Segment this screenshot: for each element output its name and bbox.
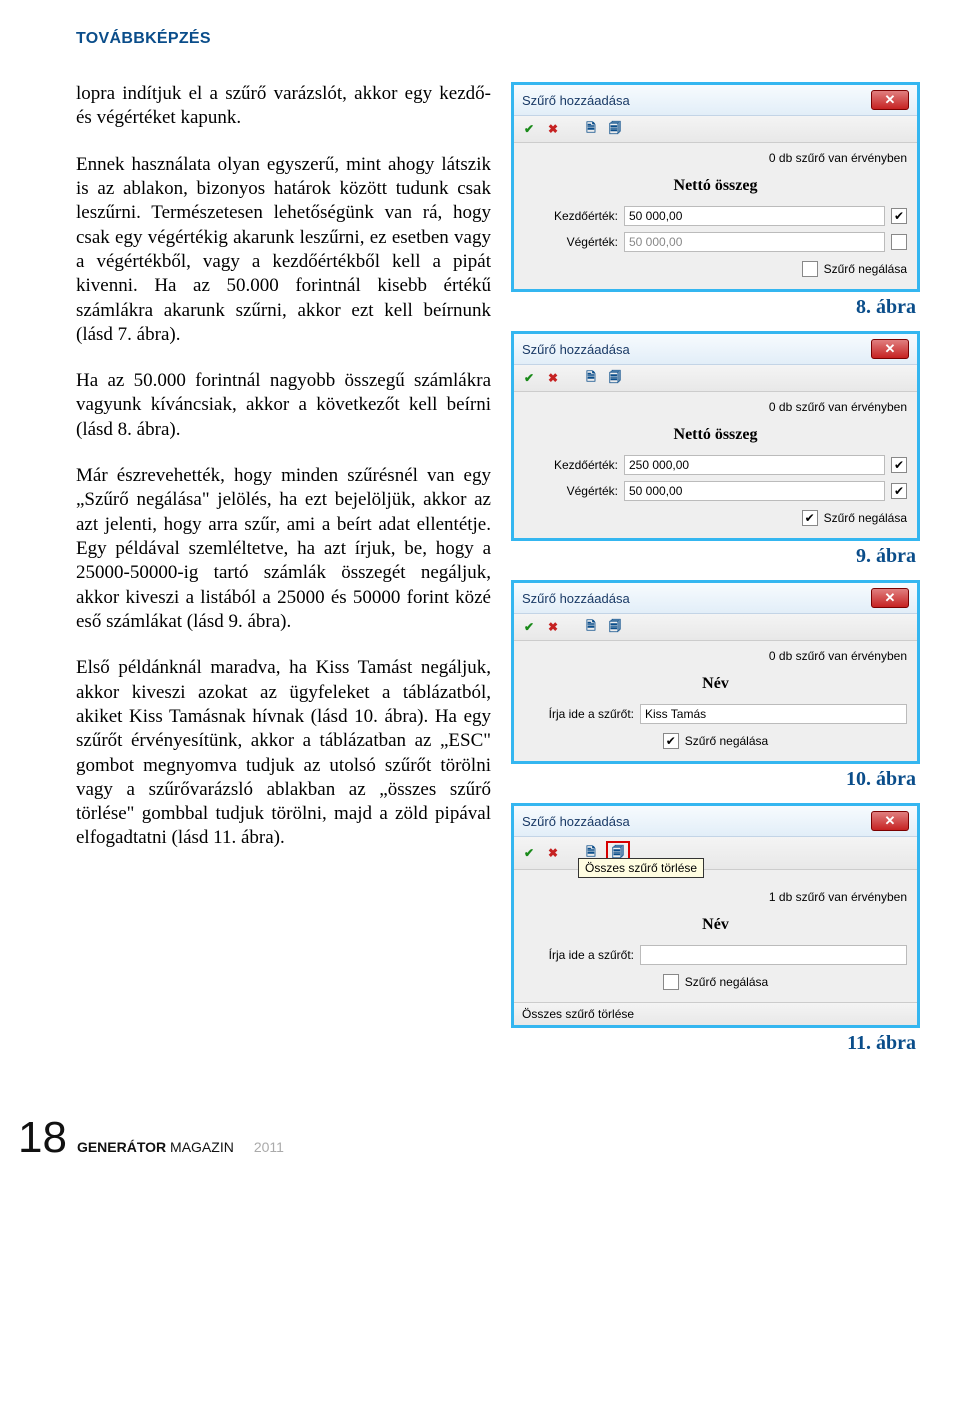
clear-all-icon[interactable]: 🗐	[606, 120, 624, 138]
negate-label: Szűrő negálása	[685, 734, 768, 748]
label-end: Végérték:	[524, 235, 618, 249]
figure-caption: 8. ábra	[511, 292, 920, 321]
dialog-title: Szűrő hozzáadása	[522, 342, 630, 357]
close-button[interactable]: ✕	[871, 811, 909, 831]
paragraph: lopra indítjuk el a szűrő varázslót, akk…	[76, 82, 491, 131]
paragraph: Már észrevehették, hogy minden szűrésnél…	[76, 464, 491, 634]
dialog-title: Szűrő hozzáadása	[522, 591, 630, 606]
dialog-filter-10: Szűrő hozzáadása ✕ ✔ ✖ 🗎 🗐 0 db szűrő va…	[511, 580, 920, 764]
start-value-input[interactable]	[624, 455, 885, 475]
clear-all-icon[interactable]: 🗐	[606, 618, 624, 636]
tooltip-clear-all: Összes szűrő törlése	[578, 858, 704, 878]
cancel-icon[interactable]: ✖	[544, 618, 562, 636]
dialog-toolbar: ✔ ✖ 🗎 🗐	[514, 614, 917, 641]
group-title: Név	[524, 910, 907, 942]
negate-label: Szűrő negálása	[824, 262, 907, 276]
paragraph: Ha az 50.000 forintnál nagyobb összegű s…	[76, 369, 491, 442]
close-button[interactable]: ✕	[871, 90, 909, 110]
label-end: Végérték:	[524, 484, 618, 498]
name-filter-input[interactable]	[640, 945, 907, 965]
clear-one-icon[interactable]: 🗎	[582, 369, 600, 387]
dialog-filter-8: Szűrő hozzáadása ✕ ✔ ✖ 🗎 🗐 0 db szűrő va…	[511, 82, 920, 292]
cancel-icon[interactable]: ✖	[544, 844, 562, 862]
clear-one-icon[interactable]: 🗎	[582, 120, 600, 138]
negate-checkbox[interactable]	[802, 261, 818, 277]
paragraph: Ennek használata olyan egyszerű, mint ah…	[76, 153, 491, 348]
label-write: Írja ide a szűrőt:	[524, 707, 634, 721]
page-number: 18	[18, 1113, 67, 1163]
accept-icon[interactable]: ✔	[520, 618, 538, 636]
group-title: Név	[524, 669, 907, 701]
dialog-title: Szűrő hozzáadása	[522, 814, 630, 829]
label-write: Írja ide a szűrőt:	[524, 948, 634, 962]
end-checkbox[interactable]: ✔	[891, 483, 907, 499]
clear-one-icon[interactable]: 🗎	[582, 618, 600, 636]
close-icon: ✕	[885, 813, 896, 829]
start-value-input[interactable]	[624, 206, 885, 226]
dialog-toolbar: ✔ ✖ 🗎 🗐	[514, 116, 917, 143]
close-icon: ✕	[885, 92, 896, 108]
start-checkbox[interactable]: ✔	[891, 457, 907, 473]
figure-caption: 11. ábra	[511, 1028, 920, 1057]
dialog-toolbar: ✔ ✖ 🗎 🗐	[514, 837, 917, 870]
label-start: Kezdőérték:	[524, 209, 618, 223]
group-title: Nettó összeg	[524, 420, 907, 452]
name-filter-input[interactable]	[640, 704, 907, 724]
accept-icon[interactable]: ✔	[520, 120, 538, 138]
accept-icon[interactable]: ✔	[520, 844, 538, 862]
magazine-name: GENERÁTOR MAGAZIN	[77, 1139, 234, 1155]
negate-label: Szűrő negálása	[685, 975, 768, 989]
cancel-icon[interactable]: ✖	[544, 369, 562, 387]
close-icon: ✕	[885, 341, 896, 357]
end-value-input[interactable]	[624, 232, 885, 252]
magazine-year: 2011	[254, 1139, 284, 1155]
start-checkbox[interactable]: ✔	[891, 208, 907, 224]
close-button[interactable]: ✕	[871, 588, 909, 608]
group-title: Nettó összeg	[524, 171, 907, 203]
statusbar: Összes szűrő törlése	[514, 1002, 917, 1025]
end-value-input[interactable]	[624, 481, 885, 501]
negate-label: Szűrő negálása	[824, 511, 907, 525]
dialog-title: Szűrő hozzáadása	[522, 93, 630, 108]
end-checkbox[interactable]	[891, 234, 907, 250]
label-start: Kezdőérték:	[524, 458, 618, 472]
close-button[interactable]: ✕	[871, 339, 909, 359]
filter-count: 0 db szűrő van érvényben	[524, 649, 907, 669]
negate-checkbox[interactable]	[663, 974, 679, 990]
dialog-filter-9: Szűrő hozzáadása ✕ ✔ ✖ 🗎 🗐 0 db szűrő va…	[511, 331, 920, 541]
close-icon: ✕	[885, 590, 896, 606]
filter-count: 0 db szűrő van érvényben	[524, 151, 907, 171]
dialog-filter-11: Szűrő hozzáadása ✕ ✔ ✖ 🗎 🗐 Összes szűrő …	[511, 803, 920, 1028]
body-text-column: lopra indítjuk el a szűrő varázslót, akk…	[76, 82, 491, 1067]
filter-count: 0 db szűrő van érvényben	[524, 400, 907, 420]
filter-count: 1 db szűrő van érvényben	[524, 890, 907, 910]
dialog-toolbar: ✔ ✖ 🗎 🗐	[514, 365, 917, 392]
page-footer: 18 GENERÁTOR MAGAZIN 2011	[18, 1113, 920, 1163]
clear-all-icon[interactable]: 🗐	[606, 369, 624, 387]
accept-icon[interactable]: ✔	[520, 369, 538, 387]
figure-caption: 10. ábra	[511, 764, 920, 793]
negate-checkbox[interactable]: ✔	[802, 510, 818, 526]
cancel-icon[interactable]: ✖	[544, 120, 562, 138]
paragraph: Első példánknál maradva, ha Kiss Tamást …	[76, 656, 491, 851]
figure-caption: 9. ábra	[511, 541, 920, 570]
negate-checkbox[interactable]: ✔	[663, 733, 679, 749]
section-header: TOVÁBBKÉPZÉS	[76, 30, 920, 48]
